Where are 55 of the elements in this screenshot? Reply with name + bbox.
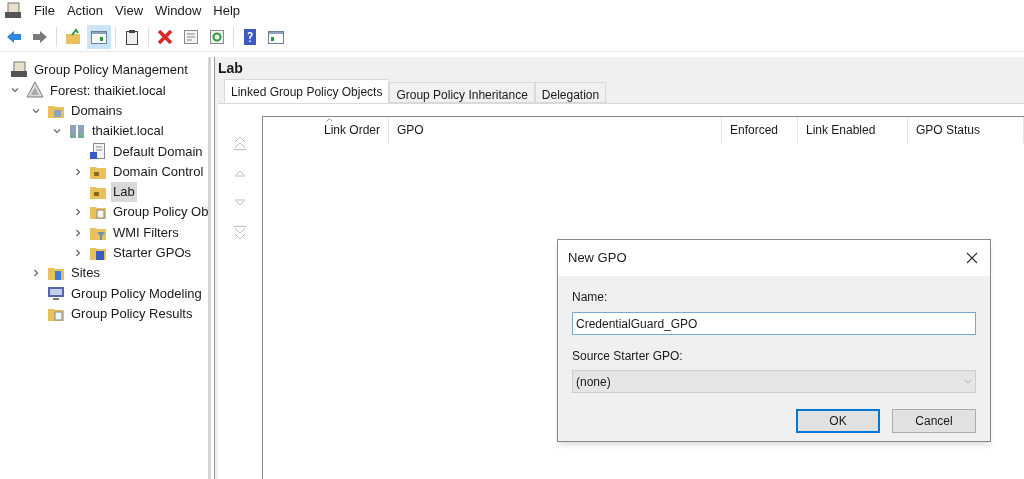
tree-item[interactable]: Domain Control bbox=[111, 161, 206, 182]
chevron-right-icon[interactable] bbox=[73, 166, 83, 177]
column-header[interactable]: GPO bbox=[389, 117, 722, 143]
toolbar-button[interactable] bbox=[87, 24, 111, 49]
tree-item[interactable]: Group Policy Modeling bbox=[69, 283, 204, 304]
source-dropdown[interactable]: (none) bbox=[572, 370, 976, 393]
tab[interactable]: Linked Group Policy Objects bbox=[224, 79, 390, 103]
refresh-icon bbox=[208, 27, 226, 46]
tree-item[interactable]: Starter GPOs bbox=[111, 243, 194, 263]
clipboard-icon bbox=[123, 27, 141, 46]
tree-item[interactable]: Group Policy Ob bbox=[111, 202, 208, 222]
dropdown-caret-icon bbox=[964, 379, 972, 384]
field-label: Name: bbox=[572, 289, 609, 306]
field-label: Source Starter GPO: bbox=[572, 348, 684, 365]
folder-arrow-icon bbox=[64, 27, 82, 46]
menu-item[interactable]: Action bbox=[60, 1, 110, 21]
tree-item[interactable]: WMI Filters bbox=[111, 222, 181, 243]
triangle-icon bbox=[26, 81, 44, 100]
properties-icon bbox=[182, 27, 200, 46]
menu-item[interactable]: File bbox=[28, 1, 61, 21]
dialog-button[interactable]: Cancel bbox=[892, 409, 976, 433]
chevron-right-icon[interactable] bbox=[73, 227, 83, 238]
name-field[interactable]: CredentialGuard_GPO bbox=[572, 312, 976, 335]
tree-item[interactable]: Group Policy Results bbox=[69, 303, 195, 324]
dialog-title: New GPO bbox=[568, 249, 627, 268]
console-icon bbox=[10, 61, 28, 80]
sort-caret-icon bbox=[325, 118, 333, 122]
column-header[interactable]: GPO Status bbox=[908, 117, 1024, 143]
app-icon bbox=[4, 2, 22, 20]
tree-item[interactable]: Sites bbox=[69, 263, 102, 283]
column-header[interactable]: Link Enabled bbox=[798, 117, 908, 143]
help-icon bbox=[241, 27, 259, 46]
delete-x-icon bbox=[156, 27, 174, 46]
chevron-right-icon[interactable] bbox=[31, 268, 41, 279]
menu-item[interactable]: View bbox=[109, 1, 150, 21]
chevron-right-icon[interactable] bbox=[73, 207, 83, 218]
document-shortcut-icon bbox=[89, 142, 107, 161]
column-header[interactable]: Enforced bbox=[722, 117, 798, 143]
tab[interactable]: Group Policy Inheritance bbox=[389, 82, 535, 103]
chevron-right-icon[interactable] bbox=[73, 247, 83, 258]
tree-item[interactable]: Default Domain bbox=[111, 141, 205, 162]
column-header[interactable]: Link Order bbox=[263, 117, 389, 143]
tab[interactable]: Delegation bbox=[534, 82, 607, 103]
menu-item[interactable]: Window bbox=[149, 1, 208, 21]
tree-item[interactable]: Lab bbox=[111, 182, 137, 202]
tree-item[interactable]: Forest: thaikiet.local bbox=[48, 80, 168, 101]
dialog-button[interactable]: OK bbox=[796, 409, 880, 433]
servers-icon bbox=[68, 122, 86, 141]
computer-icon bbox=[47, 284, 65, 303]
close-icon[interactable] bbox=[966, 252, 978, 264]
tree-item[interactable]: thaikiet.local bbox=[90, 121, 166, 141]
menu-item[interactable]: Help bbox=[207, 1, 247, 21]
tree-item[interactable]: Domains bbox=[69, 101, 125, 121]
pane-title: Lab bbox=[218, 58, 244, 78]
tree-item[interactable]: Group Policy Management bbox=[32, 60, 190, 80]
